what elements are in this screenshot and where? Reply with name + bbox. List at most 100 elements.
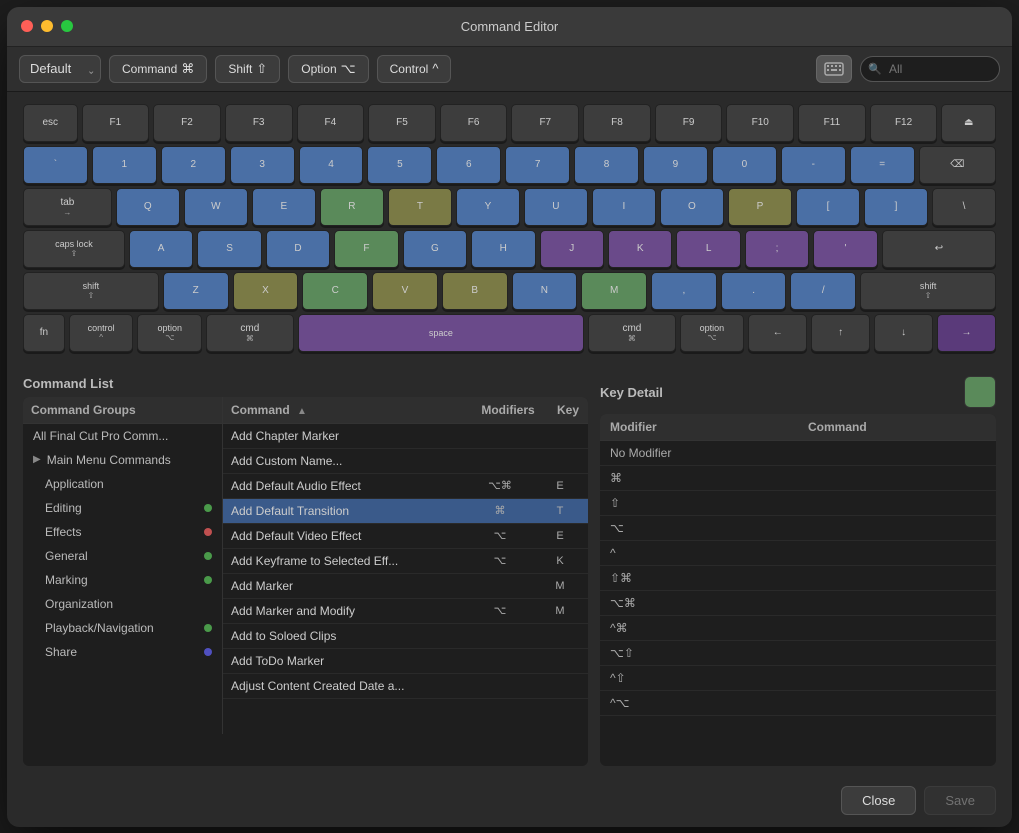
- key-period[interactable]: .: [721, 272, 787, 310]
- command-row-default-transition[interactable]: Add Default Transition ⌘ T: [223, 499, 588, 524]
- kd-row-shift[interactable]: ⇧: [600, 491, 996, 516]
- key-m[interactable]: M: [581, 272, 647, 310]
- keyboard-icon-button[interactable]: [816, 55, 852, 83]
- command-row-soloed-clips[interactable]: Add to Soloed Clips: [223, 624, 588, 649]
- kd-row-no-modifier[interactable]: No Modifier: [600, 441, 996, 466]
- key-u[interactable]: U: [524, 188, 588, 226]
- key-f5[interactable]: F5: [368, 104, 436, 142]
- command-row-chapter-marker[interactable]: Add Chapter Marker: [223, 424, 588, 449]
- key-r[interactable]: R: [320, 188, 384, 226]
- group-item-all[interactable]: All Final Cut Pro Comm...: [23, 424, 222, 448]
- key-4[interactable]: 4: [299, 146, 364, 184]
- shift-modifier-button[interactable]: Shift ⇧: [215, 55, 280, 83]
- key-e[interactable]: E: [252, 188, 316, 226]
- key-minus[interactable]: -: [781, 146, 846, 184]
- group-item-general[interactable]: General: [23, 544, 222, 568]
- key-backspace[interactable]: ⌫: [919, 146, 996, 184]
- command-row-todo-marker[interactable]: Add ToDo Marker: [223, 649, 588, 674]
- key-q[interactable]: Q: [116, 188, 180, 226]
- key-quote[interactable]: ': [813, 230, 877, 268]
- key-control[interactable]: control^: [69, 314, 134, 352]
- option-modifier-button[interactable]: Option ⌥: [288, 55, 368, 83]
- key-f4[interactable]: F4: [297, 104, 365, 142]
- key-fn[interactable]: fn: [23, 314, 65, 352]
- kd-row-option[interactable]: ⌥: [600, 516, 996, 541]
- key-y[interactable]: Y: [456, 188, 520, 226]
- key-5[interactable]: 5: [367, 146, 432, 184]
- key-shift-left[interactable]: shift⇧: [23, 272, 159, 310]
- key-l[interactable]: L: [676, 230, 740, 268]
- key-shift-right[interactable]: shift⇧: [860, 272, 996, 310]
- key-option-left[interactable]: option⌥: [137, 314, 202, 352]
- key-down[interactable]: ↓: [874, 314, 933, 352]
- command-row-adjust-content[interactable]: Adjust Content Created Date a...: [223, 674, 588, 699]
- save-button[interactable]: Save: [924, 786, 996, 815]
- key-up[interactable]: ↑: [811, 314, 870, 352]
- key-rbracket[interactable]: ]: [864, 188, 928, 226]
- search-input[interactable]: [860, 56, 1000, 82]
- preset-dropdown[interactable]: Default: [19, 55, 101, 83]
- key-f6[interactable]: F6: [440, 104, 508, 142]
- group-item-application[interactable]: Application: [23, 472, 222, 496]
- key-slash[interactable]: /: [790, 272, 856, 310]
- close-button[interactable]: Close: [841, 786, 916, 815]
- group-item-organization[interactable]: Organization: [23, 592, 222, 616]
- group-item-marking[interactable]: Marking: [23, 568, 222, 592]
- key-backtick[interactable]: `: [23, 146, 88, 184]
- key-semicolon[interactable]: ;: [745, 230, 809, 268]
- command-row-marker[interactable]: Add Marker M: [223, 574, 588, 599]
- key-g[interactable]: G: [403, 230, 467, 268]
- key-return[interactable]: ↩: [882, 230, 996, 268]
- key-f[interactable]: F: [334, 230, 398, 268]
- key-f7[interactable]: F7: [511, 104, 579, 142]
- key-f2[interactable]: F2: [153, 104, 221, 142]
- key-space[interactable]: space: [298, 314, 585, 352]
- key-1[interactable]: 1: [92, 146, 157, 184]
- command-row-keyframe[interactable]: Add Keyframe to Selected Eff... ⌥ K: [223, 549, 588, 574]
- group-item-main-menu[interactable]: ▶ Main Menu Commands: [23, 448, 222, 472]
- kd-row-option-shift[interactable]: ⌥⇧: [600, 641, 996, 666]
- key-cmd-right[interactable]: cmd⌘: [588, 314, 675, 352]
- kd-row-option-cmd[interactable]: ⌥⌘: [600, 591, 996, 616]
- key-3[interactable]: 3: [230, 146, 295, 184]
- command-row-marker-modify[interactable]: Add Marker and Modify ⌥ M: [223, 599, 588, 624]
- key-s[interactable]: S: [197, 230, 261, 268]
- kd-row-shift-cmd[interactable]: ⇧⌘: [600, 566, 996, 591]
- key-p[interactable]: P: [728, 188, 792, 226]
- key-n[interactable]: N: [512, 272, 578, 310]
- group-item-share[interactable]: Share: [23, 640, 222, 664]
- key-2[interactable]: 2: [161, 146, 226, 184]
- key-lbracket[interactable]: [: [796, 188, 860, 226]
- key-t[interactable]: T: [388, 188, 452, 226]
- key-f3[interactable]: F3: [225, 104, 293, 142]
- key-f1[interactable]: F1: [82, 104, 150, 142]
- key-z[interactable]: Z: [163, 272, 229, 310]
- key-backslash[interactable]: \: [932, 188, 996, 226]
- command-row-custom-name[interactable]: Add Custom Name...: [223, 449, 588, 474]
- key-f11[interactable]: F11: [798, 104, 866, 142]
- key-v[interactable]: V: [372, 272, 438, 310]
- key-right[interactable]: →: [937, 314, 996, 352]
- kd-row-control-shift[interactable]: ^⇧: [600, 666, 996, 691]
- key-j[interactable]: J: [540, 230, 604, 268]
- key-f10[interactable]: F10: [726, 104, 794, 142]
- kd-row-control-option[interactable]: ^⌥: [600, 691, 996, 716]
- key-k[interactable]: K: [608, 230, 672, 268]
- key-8[interactable]: 8: [574, 146, 639, 184]
- close-window-button[interactable]: [21, 20, 33, 32]
- control-modifier-button[interactable]: Control ^: [377, 55, 452, 83]
- maximize-window-button[interactable]: [61, 20, 73, 32]
- command-modifier-button[interactable]: Command ⌘: [109, 55, 207, 83]
- key-w[interactable]: W: [184, 188, 248, 226]
- key-cmd-left[interactable]: cmd⌘: [206, 314, 293, 352]
- key-h[interactable]: H: [471, 230, 535, 268]
- group-item-effects[interactable]: Effects: [23, 520, 222, 544]
- group-item-editing[interactable]: Editing: [23, 496, 222, 520]
- key-b[interactable]: B: [442, 272, 508, 310]
- key-x[interactable]: X: [233, 272, 299, 310]
- key-c[interactable]: C: [302, 272, 368, 310]
- key-d[interactable]: D: [266, 230, 330, 268]
- command-row-default-audio-effect[interactable]: Add Default Audio Effect ⌥⌘ E: [223, 474, 588, 499]
- kd-row-cmd[interactable]: ⌘: [600, 466, 996, 491]
- key-equals[interactable]: =: [850, 146, 915, 184]
